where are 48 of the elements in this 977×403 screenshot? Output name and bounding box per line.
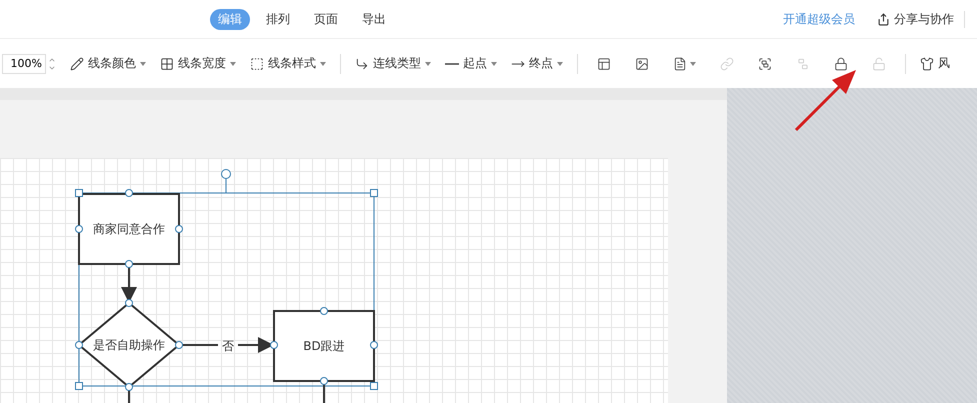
toolbar-dropdown[interactable]: 起点 xyxy=(445,55,497,72)
line-icon xyxy=(445,62,459,64)
resize-handle[interactable] xyxy=(370,189,378,197)
connection-handle[interactable] xyxy=(370,341,378,349)
toolbar-dropdown[interactable]: 线条颜色 xyxy=(70,55,146,72)
process-node[interactable]: BD跟进 xyxy=(273,310,375,382)
dashed-square-icon xyxy=(250,56,264,70)
pencil-icon xyxy=(70,56,84,70)
connection-handle[interactable] xyxy=(125,383,133,391)
tab[interactable]: 排列 xyxy=(258,8,298,30)
resize-handle[interactable] xyxy=(75,382,83,390)
process-node[interactable]: 商家同意合作 xyxy=(78,193,180,265)
connection-handle[interactable] xyxy=(270,341,278,349)
toolbar-dropdown[interactable]: 线条宽度 xyxy=(160,55,236,72)
connection-handle[interactable] xyxy=(75,341,83,349)
connection-handle[interactable] xyxy=(175,225,183,233)
grid-icon xyxy=(160,56,174,70)
unlock-icon xyxy=(872,56,886,70)
toolbar-dropdown[interactable]: 终点 xyxy=(511,55,563,72)
share-icon xyxy=(877,12,890,26)
connection-handle[interactable] xyxy=(125,299,133,307)
connection-handle[interactable] xyxy=(175,341,183,349)
connection-handle[interactable] xyxy=(125,189,133,197)
image-icon xyxy=(635,56,649,70)
annotation-arrow xyxy=(794,70,856,132)
document-icon xyxy=(673,56,687,70)
tab[interactable]: 页面 xyxy=(306,8,346,30)
toolbar-dropdown[interactable]: 连线类型 xyxy=(355,55,431,72)
zoom-field[interactable]: 100% xyxy=(2,54,46,74)
shirt-icon xyxy=(920,56,934,70)
connection-handle[interactable] xyxy=(221,169,231,179)
connector-icon xyxy=(355,56,369,70)
resize-handle[interactable] xyxy=(370,382,378,390)
ungroup-icon xyxy=(796,56,810,70)
toolbar-button[interactable]: 风 xyxy=(920,55,950,72)
lock-icon xyxy=(834,56,848,70)
connection-handle[interactable] xyxy=(320,377,328,385)
group-icon xyxy=(758,56,772,70)
layout-icon xyxy=(597,56,611,70)
connection-handle[interactable] xyxy=(75,225,83,233)
share-button[interactable]: 分享与协作 xyxy=(877,10,965,28)
toolbar-dropdown[interactable]: 线条样式 xyxy=(250,55,326,72)
connection-handle[interactable] xyxy=(320,307,328,315)
link-icon xyxy=(720,56,734,70)
connection-handle[interactable] xyxy=(125,260,133,268)
edge-label: 否 xyxy=(222,339,234,353)
tab[interactable]: 导出 xyxy=(354,8,394,30)
resize-handle[interactable] xyxy=(75,189,83,197)
